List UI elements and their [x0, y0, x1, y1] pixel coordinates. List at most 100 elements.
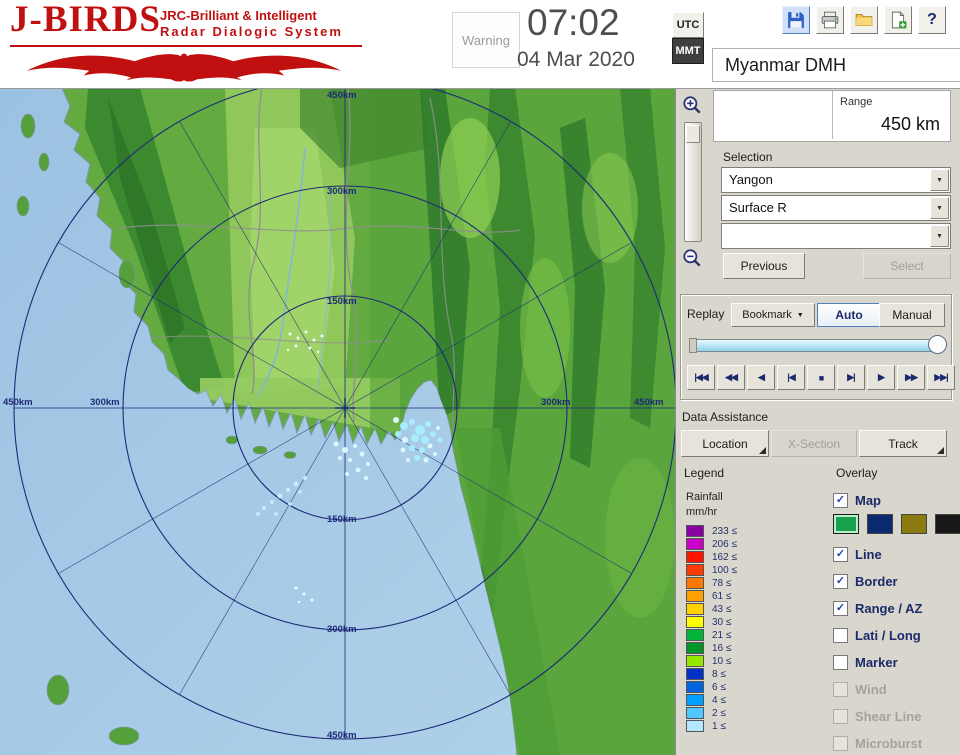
dropdown-arrow-button[interactable]: ▼	[930, 225, 949, 247]
step-forward-button[interactable]: ▶|	[837, 365, 865, 390]
legend-color-swatch	[686, 720, 704, 732]
previous-button[interactable]: Previous	[723, 253, 805, 279]
stop-button[interactable]: ■	[807, 365, 835, 390]
legend-item: 233 ≤	[686, 526, 818, 536]
overlay-item-range-az[interactable]: ✓ Range / AZ	[833, 600, 922, 616]
fast-rewind-button[interactable]: ◀◀	[717, 365, 745, 390]
help-button[interactable]: ?	[918, 6, 946, 34]
print-icon	[821, 11, 839, 29]
overlay-item-border[interactable]: ✓ Border	[833, 573, 898, 589]
zoom-in-icon	[681, 94, 703, 116]
overlay-item-lati-long[interactable]: Lati / Long	[833, 627, 921, 643]
replay-auto-tab[interactable]: Auto	[817, 303, 881, 327]
bookmark-button[interactable]: Bookmark ▼	[731, 303, 815, 327]
zoom-slider[interactable]	[684, 122, 702, 242]
x-section-button[interactable]: X-Section	[771, 430, 857, 457]
overlay-item-line[interactable]: ✓ Line	[833, 546, 882, 562]
save-button[interactable]	[782, 6, 810, 34]
checkbox[interactable]	[833, 628, 848, 643]
fast-forward-button[interactable]: ▶▶	[897, 365, 925, 390]
chevron-down-icon: ▼	[936, 233, 943, 240]
zoom-in-button[interactable]	[680, 93, 704, 117]
save-icon	[787, 11, 805, 29]
checkbox[interactable]	[833, 655, 848, 670]
toolbar: ?	[782, 6, 946, 34]
legend-color-swatch	[686, 603, 704, 615]
mmt-button[interactable]: MMT	[672, 38, 704, 64]
legend-item: 2 ≤	[686, 708, 818, 718]
zoom-slider-thumb[interactable]	[686, 125, 700, 143]
location-button[interactable]: Location	[681, 430, 769, 457]
legend-color-swatch	[686, 551, 704, 563]
product-dropdown[interactable]: Surface R ▼	[721, 195, 951, 221]
replay-label: Replay	[687, 307, 724, 321]
replay-slider-thumb[interactable]	[928, 335, 947, 354]
selection-label: Selection	[723, 150, 772, 164]
overlay-item-marker[interactable]: Marker	[833, 654, 898, 670]
range-ring-label: 450km	[3, 397, 33, 408]
check-icon: ✓	[836, 495, 845, 506]
select-button[interactable]: Select	[863, 253, 951, 279]
export-button[interactable]	[884, 6, 912, 34]
zoom-out-button[interactable]	[680, 246, 704, 270]
legend-color-swatch	[686, 694, 704, 706]
open-folder-button[interactable]	[850, 6, 878, 34]
replay-manual-tab[interactable]: Manual	[879, 303, 945, 327]
range-ring-label: 450km	[327, 90, 357, 101]
checkbox[interactable]: ✓	[833, 574, 848, 589]
overlay-item-map[interactable]: ✓ Map	[833, 492, 881, 508]
warning-indicator[interactable]: Warning	[452, 12, 520, 68]
checkbox	[833, 736, 848, 751]
option-dropdown[interactable]: ▼	[721, 223, 951, 249]
checkbox[interactable]: ✓	[833, 601, 848, 616]
legend-color-swatch	[686, 577, 704, 589]
legend-color-swatch	[686, 668, 704, 680]
range-display: Range 450 km	[713, 90, 951, 142]
product-dropdown-value: Surface R	[729, 200, 787, 215]
skip-start-button[interactable]: |◀◀	[687, 365, 715, 390]
legend-color-swatch	[686, 681, 704, 693]
map-color-swatch[interactable]	[935, 514, 960, 534]
map-color-swatch[interactable]	[833, 514, 859, 534]
chevron-down-icon: ▼	[936, 205, 943, 212]
checkbox[interactable]: ✓	[833, 493, 848, 508]
radar-map[interactable]: 450km 300km 150km 150km 300km 450km 450k…	[0, 88, 675, 755]
overlay-item-microburst: Microburst	[833, 735, 922, 751]
dropdown-arrow-button[interactable]: ▼	[930, 197, 949, 219]
legend-item: 43 ≤	[686, 604, 818, 614]
range-ring-label: 450km	[327, 730, 357, 741]
checkbox	[833, 709, 848, 724]
range-ring-label: 300km	[541, 397, 571, 408]
range-value: 450 km	[881, 114, 940, 135]
legend-color-swatch	[686, 655, 704, 667]
play-button[interactable]: ▶	[867, 365, 895, 390]
legend-item: 61 ≤	[686, 591, 818, 601]
print-button[interactable]	[816, 6, 844, 34]
range-divider	[832, 91, 833, 139]
header: J-BIRDS JRC-Brilliant & Intelligent Rada…	[0, 0, 960, 89]
submenu-corner-icon	[759, 447, 766, 454]
chevron-down-icon: ▼	[797, 312, 804, 319]
legend-item: 100 ≤	[686, 565, 818, 575]
overlay-item-shear-line: Shear Line	[833, 708, 921, 724]
check-icon: ✓	[836, 549, 845, 560]
map-color-swatch[interactable]	[867, 514, 893, 534]
j-birds-app: J-BIRDS JRC-Brilliant & Intelligent Rada…	[0, 0, 960, 755]
site-dropdown[interactable]: Yangon ▼	[721, 167, 951, 193]
submenu-corner-icon	[937, 447, 944, 454]
skip-end-button[interactable]: ▶▶|	[927, 365, 955, 390]
logo-underline	[10, 45, 362, 47]
track-button[interactable]: Track	[859, 430, 947, 457]
step-back-button[interactable]: |◀	[777, 365, 805, 390]
replay-timeline-slider[interactable]	[689, 339, 943, 352]
data-assistance-label: Data Assistance	[682, 410, 768, 424]
checkbox[interactable]: ✓	[833, 547, 848, 562]
play-reverse-button[interactable]: ◀	[747, 365, 775, 390]
dropdown-arrow-button[interactable]: ▼	[930, 169, 949, 191]
legend-item: 162 ≤	[686, 552, 818, 562]
legend-color-swatch	[686, 616, 704, 628]
utc-button[interactable]: UTC	[672, 12, 704, 38]
legend-color-swatch	[686, 590, 704, 602]
map-color-swatch[interactable]	[901, 514, 927, 534]
app-logo-tagline: JRC-Brilliant & Intelligent Radar Dialog…	[160, 8, 343, 40]
